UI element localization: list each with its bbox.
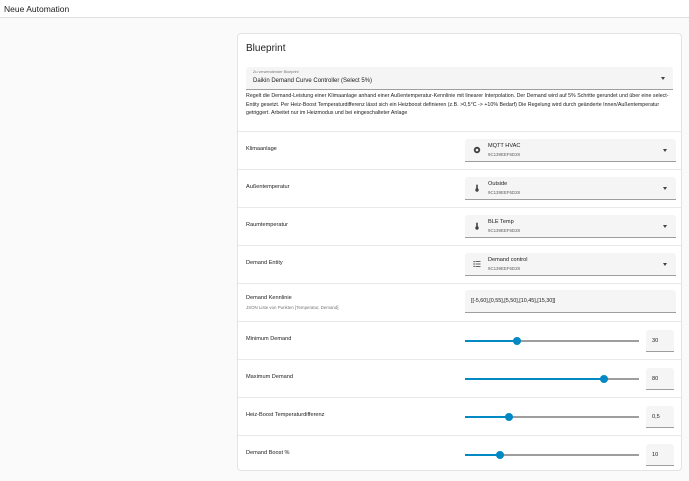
slider-fill bbox=[465, 378, 604, 380]
input-label: Demand Kennlinie bbox=[246, 295, 292, 301]
thermometer-icon bbox=[473, 222, 481, 230]
chevron-down-icon bbox=[663, 187, 667, 190]
number-value: 10 bbox=[652, 452, 659, 458]
card-title: Blueprint bbox=[246, 43, 286, 54]
thermometer-icon bbox=[473, 184, 481, 192]
input-label: Heiz-Boost Temperaturdifferenz bbox=[246, 412, 325, 418]
entity-name: MQTT HVAC bbox=[488, 143, 521, 149]
slider-fill bbox=[465, 340, 517, 342]
entity-id: 9C139EEF6D28 bbox=[488, 190, 520, 195]
input-label: Demand Boost % bbox=[246, 450, 290, 456]
entity-name: BLE Temp bbox=[488, 219, 514, 225]
entity-name: Demand control bbox=[488, 257, 528, 263]
entity-picker-aussentemperatur[interactable]: Outside 9C139EEF6D28 bbox=[465, 177, 676, 200]
entity-id: 9C139EEF6D28 bbox=[488, 228, 520, 233]
input-sublabel: JSON Liste von Punkten [Temperatur, Dema… bbox=[246, 305, 339, 310]
entity-picker-klimaanlage[interactable]: MQTT HVAC 9C139EEF6D28 bbox=[465, 139, 676, 162]
top-app-bar: Neue Automation bbox=[0, 0, 689, 18]
kennlinie-input[interactable]: [[-5,60],[0,55],[5,50],[10,45],[15,30]] bbox=[465, 290, 676, 313]
input-row-klimaanlage: Klimaanlage MQTT HVAC 9C139EEF6D28 bbox=[238, 131, 681, 169]
number-value: 30 bbox=[652, 338, 659, 344]
slider-thumb[interactable] bbox=[513, 337, 521, 345]
input-label: Raumtemperatur bbox=[246, 222, 288, 228]
blueprint-select[interactable]: Zu verwendender Blueprint Daikin Demand … bbox=[246, 67, 673, 90]
blueprint-description: Regelt die Demand-Leistung einer Klimaan… bbox=[246, 93, 669, 117]
slider-fill bbox=[465, 454, 500, 456]
chevron-down-icon bbox=[661, 77, 665, 80]
input-label: Außentemperatur bbox=[246, 184, 290, 190]
input-row-raumtemperatur: Raumtemperatur BLE Temp 9C139EEF6D28 bbox=[238, 207, 681, 245]
number-value: 0,5 bbox=[652, 414, 660, 420]
entity-picker-raumtemperatur[interactable]: BLE Temp 9C139EEF6D28 bbox=[465, 215, 676, 238]
input-label: Minimum Demand bbox=[246, 336, 292, 342]
demand-boost-input[interactable]: 10 bbox=[646, 444, 674, 466]
kennlinie-value: [[-5,60],[0,55],[5,50],[10,45],[15,30]] bbox=[471, 298, 556, 304]
number-value: 80 bbox=[652, 376, 659, 382]
list-icon bbox=[473, 260, 481, 268]
minimum-demand-slider[interactable] bbox=[465, 336, 639, 346]
maximum-demand-input[interactable]: 80 bbox=[646, 368, 674, 390]
input-row-maximum-demand: Maximum Demand 80 bbox=[238, 359, 681, 397]
input-label: Demand Entity bbox=[246, 260, 283, 266]
demand-boost-slider[interactable] bbox=[465, 450, 639, 460]
heiz-boost-input[interactable]: 0,5 bbox=[646, 406, 674, 428]
heiz-boost-slider[interactable] bbox=[465, 412, 639, 422]
chevron-down-icon bbox=[663, 263, 667, 266]
input-label: Maximum Demand bbox=[246, 374, 293, 380]
page-title: Neue Automation bbox=[4, 4, 70, 14]
chevron-down-icon bbox=[663, 225, 667, 228]
blueprint-card: Blueprint Zu verwendender Blueprint Daik… bbox=[237, 33, 682, 471]
entity-name: Outside bbox=[488, 181, 508, 187]
entity-picker-demand-entity[interactable]: Demand control 9C139EEF6D28 bbox=[465, 253, 676, 276]
entity-id: 9C139EEF6D28 bbox=[488, 152, 520, 157]
input-label: Klimaanlage bbox=[246, 146, 277, 152]
slider-fill bbox=[465, 416, 509, 418]
input-row-heiz-boost: Heiz-Boost Temperaturdifferenz 0,5 bbox=[238, 397, 681, 435]
slider-thumb[interactable] bbox=[505, 413, 513, 421]
chevron-down-icon bbox=[663, 149, 667, 152]
input-row-minimum-demand: Minimum Demand 30 bbox=[238, 321, 681, 359]
slider-thumb[interactable] bbox=[496, 451, 504, 459]
blueprint-select-label: Zu verwendender Blueprint bbox=[253, 70, 299, 74]
maximum-demand-slider[interactable] bbox=[465, 374, 639, 384]
hvac-icon bbox=[473, 146, 481, 154]
input-row-demand-boost: Demand Boost % 10 bbox=[238, 435, 681, 471]
input-row-aussentemperatur: Außentemperatur Outside 9C139EEF6D28 bbox=[238, 169, 681, 207]
minimum-demand-input[interactable]: 30 bbox=[646, 330, 674, 352]
slider-thumb[interactable] bbox=[600, 375, 608, 383]
input-row-kennlinie: Demand Kennlinie JSON Liste von Punkten … bbox=[238, 283, 681, 321]
entity-id: 9C139EEF6D28 bbox=[488, 266, 520, 271]
input-row-demand-entity: Demand Entity Demand control 9C139EEF6D2… bbox=[238, 245, 681, 283]
blueprint-select-value: Daikin Demand Curve Controller (Select 5… bbox=[253, 78, 373, 84]
